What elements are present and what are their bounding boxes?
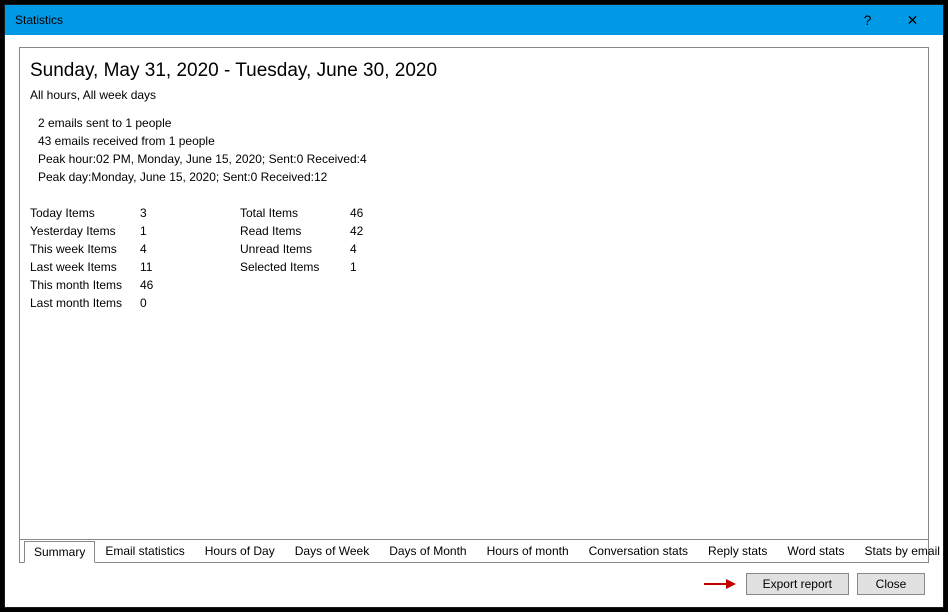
tab-hours-of-month[interactable]: Hours of month xyxy=(477,540,579,562)
summary-received: 43 emails received from 1 people xyxy=(38,132,918,150)
panel-body: Sunday, May 31, 2020 - Tuesday, June 30,… xyxy=(20,48,928,539)
content-area: Sunday, May 31, 2020 - Tuesday, June 30,… xyxy=(5,35,943,607)
stat-label: Selected Items xyxy=(240,258,350,276)
summary-lines: 2 emails sent to 1 people 43 emails rece… xyxy=(38,114,918,186)
help-button[interactable]: ? xyxy=(845,5,890,35)
stat-label: Unread Items xyxy=(240,240,350,258)
stat-label: Read Items xyxy=(240,222,350,240)
summary-peak-day: Peak day:Monday, June 15, 2020; Sent:0 R… xyxy=(38,168,918,186)
tab-word-stats[interactable]: Word stats xyxy=(777,540,854,562)
date-range-heading: Sunday, May 31, 2020 - Tuesday, June 30,… xyxy=(30,60,918,82)
main-panel: Sunday, May 31, 2020 - Tuesday, June 30,… xyxy=(19,47,929,563)
stat-value: 46 xyxy=(350,204,430,222)
stat-value: 46 xyxy=(140,276,220,294)
export-report-button[interactable]: Export report xyxy=(746,573,849,595)
close-button[interactable]: Close xyxy=(857,573,925,595)
titlebar: Statistics ? ✕ xyxy=(5,5,943,35)
stat-value: 0 xyxy=(140,294,220,312)
stats-col-right: Total Items Read Items Unread Items Sele… xyxy=(240,204,430,312)
tab-email-statistics[interactable]: Email statistics xyxy=(95,540,194,562)
stat-value: 4 xyxy=(140,240,220,258)
stats-col-left: Today Items Yesterday Items This week It… xyxy=(30,204,220,312)
stat-label: This week Items xyxy=(30,240,140,258)
stat-label: Total Items xyxy=(240,204,350,222)
arrow-icon xyxy=(702,579,736,589)
stat-label: Last month Items xyxy=(30,294,140,312)
stat-label: This month Items xyxy=(30,276,140,294)
stat-label: Yesterday Items xyxy=(30,222,140,240)
stat-value: 42 xyxy=(350,222,430,240)
tab-reply-stats[interactable]: Reply stats xyxy=(698,540,777,562)
summary-sent: 2 emails sent to 1 people xyxy=(38,114,918,132)
stat-label: Last week Items xyxy=(30,258,140,276)
stat-value: 4 xyxy=(350,240,430,258)
stat-value: 1 xyxy=(140,222,220,240)
tab-conversation-stats[interactable]: Conversation stats xyxy=(579,540,698,562)
filter-subheading: All hours, All week days xyxy=(30,88,918,102)
footer: Export report Close xyxy=(19,563,929,599)
stat-value: 3 xyxy=(140,204,220,222)
close-window-button[interactable]: ✕ xyxy=(890,5,935,35)
stat-label: Today Items xyxy=(30,204,140,222)
stat-value: 11 xyxy=(140,258,220,276)
help-icon: ? xyxy=(864,12,872,28)
stat-value: 1 xyxy=(350,258,430,276)
tab-hours-of-day[interactable]: Hours of Day xyxy=(195,540,285,562)
tab-stats-by-email[interactable]: Stats by email address xyxy=(855,540,948,562)
tabs-bar: Summary Email statistics Hours of Day Da… xyxy=(20,540,928,562)
window-title: Statistics xyxy=(15,13,845,27)
tab-summary[interactable]: Summary xyxy=(24,541,95,563)
summary-peak-hour: Peak hour:02 PM, Monday, June 15, 2020; … xyxy=(38,150,918,168)
stats-grid: Today Items Yesterday Items This week It… xyxy=(30,204,918,312)
tab-days-of-month[interactable]: Days of Month xyxy=(379,540,476,562)
statistics-window: Statistics ? ✕ Sunday, May 31, 2020 - Tu… xyxy=(4,4,944,608)
tab-days-of-week[interactable]: Days of Week xyxy=(285,540,379,562)
close-icon: ✕ xyxy=(907,12,919,29)
